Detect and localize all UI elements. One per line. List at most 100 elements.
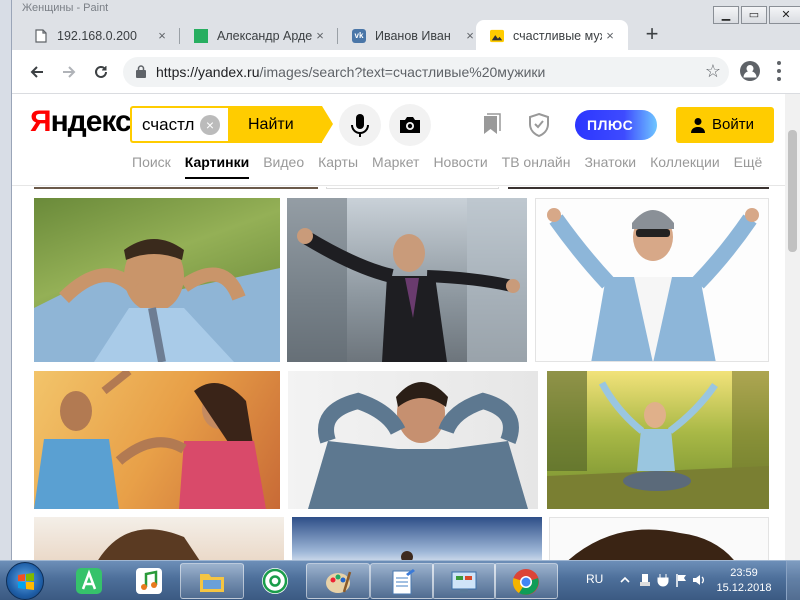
find-button[interactable]: Найти bbox=[228, 106, 333, 143]
image-result[interactable] bbox=[549, 517, 769, 560]
background-window-edge bbox=[0, 0, 12, 560]
services-nav: Поиск Картинки Видео Карты Маркет Новост… bbox=[132, 154, 776, 179]
window-controls: ▁ ▭ ✕ bbox=[713, 6, 800, 24]
clear-search-icon[interactable]: × bbox=[200, 115, 220, 135]
service-news[interactable]: Новости bbox=[433, 154, 487, 170]
service-znatoki[interactable]: Знатоки bbox=[584, 154, 636, 170]
maximize-button[interactable]: ▭ bbox=[741, 6, 767, 24]
login-button[interactable]: Войти bbox=[676, 107, 774, 143]
tab-title: счастливые муж bbox=[513, 28, 602, 43]
taskbar-explorer[interactable] bbox=[180, 563, 244, 599]
service-images[interactable]: Картинки bbox=[184, 154, 250, 179]
file-explorer-icon bbox=[200, 574, 224, 592]
image-result[interactable] bbox=[34, 517, 284, 560]
chrome-icon bbox=[512, 569, 539, 595]
service-maps[interactable]: Карты bbox=[318, 154, 358, 170]
image-result[interactable] bbox=[288, 371, 538, 509]
image-result[interactable] bbox=[34, 371, 280, 509]
usb-device-icon[interactable] bbox=[638, 573, 652, 587]
system-clock[interactable]: 23:59 15.12.2018 bbox=[712, 566, 776, 596]
service-tv[interactable]: ТВ онлайн bbox=[502, 154, 571, 170]
aimp-icon bbox=[76, 568, 102, 594]
taskbar-paint[interactable] bbox=[306, 563, 370, 599]
tray-chevron-icon[interactable] bbox=[618, 573, 632, 587]
yandex-images-icon bbox=[490, 29, 504, 43]
browser-toolbar: https://yandex.ru/images/search?text=сча… bbox=[12, 50, 800, 94]
image-search-button[interactable] bbox=[389, 104, 431, 146]
address-bar[interactable]: https://yandex.ru/images/search?text=сча… bbox=[123, 57, 729, 87]
background-window-title: Женщины - Paint bbox=[22, 2, 109, 14]
url-path: /images/search?text=счастливые%20мужики bbox=[259, 64, 546, 80]
browser-window: Женщины - Paint 192.168.0.200 × Александ… bbox=[12, 0, 800, 560]
yandex-plus-button[interactable]: ПЛЮС bbox=[575, 110, 657, 140]
music-icon bbox=[136, 568, 162, 594]
action-center-flag-icon[interactable] bbox=[674, 573, 688, 587]
start-orb[interactable] bbox=[6, 562, 44, 600]
image-result[interactable] bbox=[535, 198, 769, 362]
service-market[interactable]: Маркет bbox=[372, 154, 419, 170]
taskbar-notepad[interactable] bbox=[370, 563, 434, 599]
clock-date: 15.12.2018 bbox=[716, 582, 772, 594]
clock-time: 23:59 bbox=[730, 567, 758, 579]
lock-icon bbox=[136, 65, 146, 78]
power-plug-icon[interactable] bbox=[656, 573, 670, 587]
tab-vk-ivanov[interactable]: vk Иванов Иван × bbox=[338, 20, 488, 51]
image-result[interactable] bbox=[34, 198, 280, 362]
service-video[interactable]: Видео bbox=[263, 154, 304, 170]
image-result[interactable] bbox=[508, 187, 769, 189]
tab-title: 192.168.0.200 bbox=[57, 28, 137, 43]
service-collections[interactable]: Коллекции bbox=[650, 154, 720, 170]
image-result[interactable] bbox=[326, 187, 499, 189]
minimize-button[interactable]: ▁ bbox=[713, 6, 739, 24]
taskbar-music[interactable] bbox=[118, 563, 182, 599]
profile-avatar-icon[interactable] bbox=[740, 61, 760, 81]
back-button[interactable] bbox=[24, 59, 50, 85]
camera-icon bbox=[400, 117, 420, 133]
collections-bookmark-icon[interactable] bbox=[479, 112, 503, 138]
close-window-button[interactable]: ✕ bbox=[769, 6, 800, 24]
windows-taskbar: RU 23:59 15.12.2018 bbox=[0, 560, 800, 600]
image-result[interactable] bbox=[547, 371, 769, 509]
scrollbar-thumb[interactable] bbox=[788, 130, 797, 252]
show-desktop-button[interactable] bbox=[786, 561, 800, 600]
login-label: Войти bbox=[712, 116, 754, 133]
browser-menu-icon[interactable] bbox=[776, 61, 782, 81]
image-result[interactable] bbox=[34, 187, 318, 189]
green-square-icon bbox=[194, 28, 208, 43]
forward-button[interactable] bbox=[56, 59, 82, 85]
service-more[interactable]: Ещё bbox=[734, 154, 763, 170]
page-scrollbar[interactable] bbox=[785, 94, 800, 560]
notepad-icon bbox=[392, 569, 415, 595]
page-icon bbox=[34, 28, 48, 43]
volume-icon[interactable] bbox=[692, 573, 706, 587]
taskbar-aimp[interactable] bbox=[58, 563, 122, 599]
bookmark-star-icon[interactable]: ☆ bbox=[705, 61, 721, 82]
image-result[interactable] bbox=[287, 198, 527, 362]
taskbar-chrome[interactable] bbox=[494, 563, 558, 599]
windows-logo-icon bbox=[18, 573, 34, 590]
new-tab-button[interactable]: + bbox=[639, 22, 665, 48]
close-tab-icon[interactable]: × bbox=[312, 28, 328, 43]
tab-strip: Женщины - Paint 192.168.0.200 × Александ… bbox=[12, 0, 800, 51]
service-search[interactable]: Поиск bbox=[132, 154, 171, 170]
protect-shield-icon[interactable] bbox=[527, 112, 551, 138]
microphone-icon bbox=[351, 114, 369, 137]
image-result[interactable] bbox=[292, 517, 542, 560]
tab-title: Александр Арде bbox=[217, 28, 312, 43]
yandex-logo[interactable]: Яндекс bbox=[30, 105, 132, 139]
search-input[interactable] bbox=[142, 114, 198, 136]
tab-ardentov[interactable]: Александр Арде × bbox=[180, 20, 338, 51]
close-tab-icon[interactable]: × bbox=[154, 28, 170, 43]
tab-router[interactable]: 192.168.0.200 × bbox=[20, 20, 180, 51]
language-indicator[interactable]: RU bbox=[586, 572, 603, 586]
reload-button[interactable] bbox=[88, 59, 114, 85]
taskbar-mail-agent[interactable] bbox=[244, 563, 308, 599]
voice-search-button[interactable] bbox=[339, 104, 381, 146]
arrow-left-icon bbox=[30, 66, 43, 78]
person-icon bbox=[691, 118, 705, 133]
tab-yandex-images[interactable]: счастливые муж × bbox=[476, 20, 628, 51]
close-tab-icon[interactable]: × bbox=[602, 28, 618, 43]
taskbar-control-panel[interactable] bbox=[432, 563, 496, 599]
search-box: × bbox=[130, 106, 230, 143]
control-panel-icon bbox=[451, 571, 477, 593]
